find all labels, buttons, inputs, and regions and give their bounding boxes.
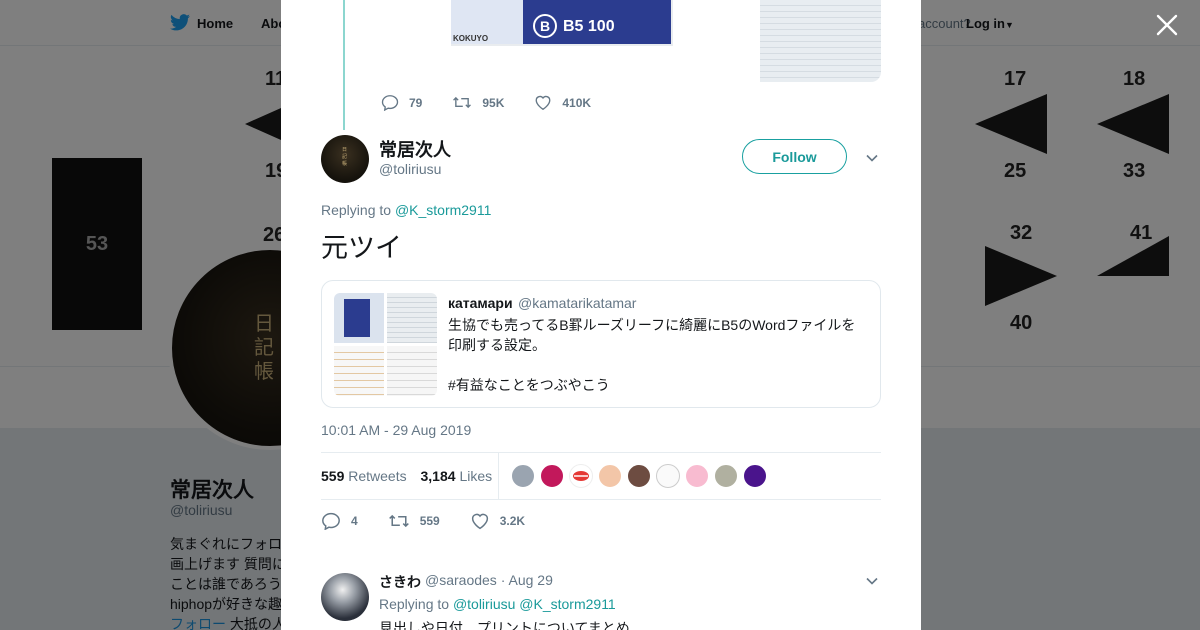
parent-tweet-photo[interactable]: KOKUYO B B5 100	[451, 0, 673, 46]
chevron-down-icon[interactable]	[865, 574, 879, 588]
replying-prefix: Replying to	[321, 202, 392, 218]
quoted-author-handle: @kamatarikatamar	[518, 295, 637, 311]
liker-avatar[interactable]	[627, 464, 651, 488]
retweet-action[interactable]: 559	[388, 512, 440, 530]
reply-action[interactable]: 4	[321, 512, 358, 530]
liker-avatar[interactable]	[598, 464, 622, 488]
liker-avatar[interactable]	[743, 464, 767, 488]
quoted-text-line: #有益なことをつぶやこう	[448, 377, 610, 393]
liker-avatar[interactable]	[685, 464, 709, 488]
media-thumb	[334, 293, 384, 343]
heart-icon	[535, 95, 551, 111]
quoted-tweet-text: 生協でも売ってるB罫ルーズリーフに綺麗にB5のWordファイルを印刷する設定。 …	[448, 315, 868, 395]
liker-avatars	[511, 464, 772, 488]
quoted-text-line: 生協でも売ってるB罫ルーズリーフに綺麗にB5のWordファイルを印刷する設定。	[448, 317, 856, 353]
quoted-author-name: катамари	[448, 295, 513, 311]
tweet-timestamp[interactable]: 10:01 AM - 29 Aug 2019	[321, 422, 471, 438]
retweet-count: 95K	[482, 95, 505, 110]
photo-pack-text: B5 100	[563, 18, 615, 35]
stats-counts: 559 Retweets 3,184 Likes	[321, 468, 492, 484]
like-count: 410K	[562, 95, 592, 110]
chevron-down-icon[interactable]	[865, 151, 879, 165]
reply-text: 見出しや日付、プリントについてまとめ	[379, 620, 630, 630]
media-thumb	[387, 293, 437, 343]
reply-meta: @saraodes · Aug 29	[425, 572, 553, 588]
retweet-icon	[453, 96, 472, 109]
thread-line	[343, 0, 345, 130]
retweet-action[interactable]: 95K	[452, 94, 504, 111]
reply-action[interactable]: 79	[381, 94, 422, 111]
media-thumb	[334, 346, 384, 396]
media-thumb	[387, 346, 437, 396]
like-count: 3.2K	[499, 514, 526, 528]
liker-avatar[interactable]	[656, 464, 680, 488]
replying-prefix: Replying to	[379, 596, 450, 612]
parent-tweet-actions: 79 95K 410K	[381, 94, 621, 111]
photo-pack-letter: B	[533, 14, 557, 38]
author-handle[interactable]: @toliriusu	[379, 161, 441, 177]
liker-avatar[interactable]	[569, 464, 593, 488]
author-avatar[interactable]: 日記帳	[321, 135, 369, 183]
replying-to: Replying to @K_storm2911	[321, 202, 491, 218]
tweet-actions: 4 559 3.2K	[321, 512, 555, 530]
tweet-modal: KOKUYO B B5 100 79 95K 410K 日記帳 常居次人 @to…	[281, 0, 921, 630]
avatar-text: 日記帳	[342, 147, 348, 167]
author-name[interactable]: 常居次人	[379, 136, 451, 162]
stats-divider	[498, 453, 499, 499]
reply-replying-to: Replying to @toliriusu @K_storm2911	[379, 596, 616, 612]
mention-link[interactable]: @toliriusu	[453, 596, 515, 612]
liker-avatar[interactable]	[540, 464, 564, 488]
retweets-stat[interactable]: 559 Retweets	[321, 468, 407, 484]
mention-link[interactable]: @K_storm2911	[395, 202, 491, 218]
reply-count: 79	[409, 95, 423, 110]
liker-avatar[interactable]	[714, 464, 738, 488]
reply-icon	[381, 95, 399, 111]
reply-author-handle[interactable]: @saraodes	[425, 572, 497, 588]
reply-date[interactable]: · Aug 29	[501, 572, 553, 588]
tweet-stats: 559 Retweets 3,184 Likes	[321, 452, 881, 500]
close-icon[interactable]	[1154, 12, 1180, 38]
retweet-icon	[388, 514, 409, 528]
reply-icon	[322, 512, 340, 530]
reply-author-avatar[interactable]	[321, 573, 369, 621]
follow-button[interactable]: Follow	[742, 139, 847, 174]
retweet-count: 559	[419, 514, 440, 528]
quoted-tweet-media[interactable]	[334, 293, 437, 396]
mention-link[interactable]: @K_storm2911	[519, 596, 615, 612]
reply-count: 4	[351, 514, 358, 528]
heart-icon	[471, 513, 488, 530]
photo-brand-text: KOKUYO	[453, 34, 489, 43]
liker-avatar[interactable]	[511, 464, 535, 488]
like-action[interactable]: 3.2K	[470, 512, 525, 530]
reply-author-name[interactable]: さきわ	[379, 572, 421, 592]
quoted-tweet[interactable]: катамари @kamatarikatamar 生協でも売ってるB罫ルーズリ…	[321, 280, 881, 408]
parent-tweet-photo-2[interactable]	[760, 0, 881, 82]
like-action[interactable]: 410K	[534, 94, 591, 111]
tweet-text: 元ツイ	[321, 233, 402, 263]
likes-stat[interactable]: 3,184 Likes	[421, 468, 493, 484]
